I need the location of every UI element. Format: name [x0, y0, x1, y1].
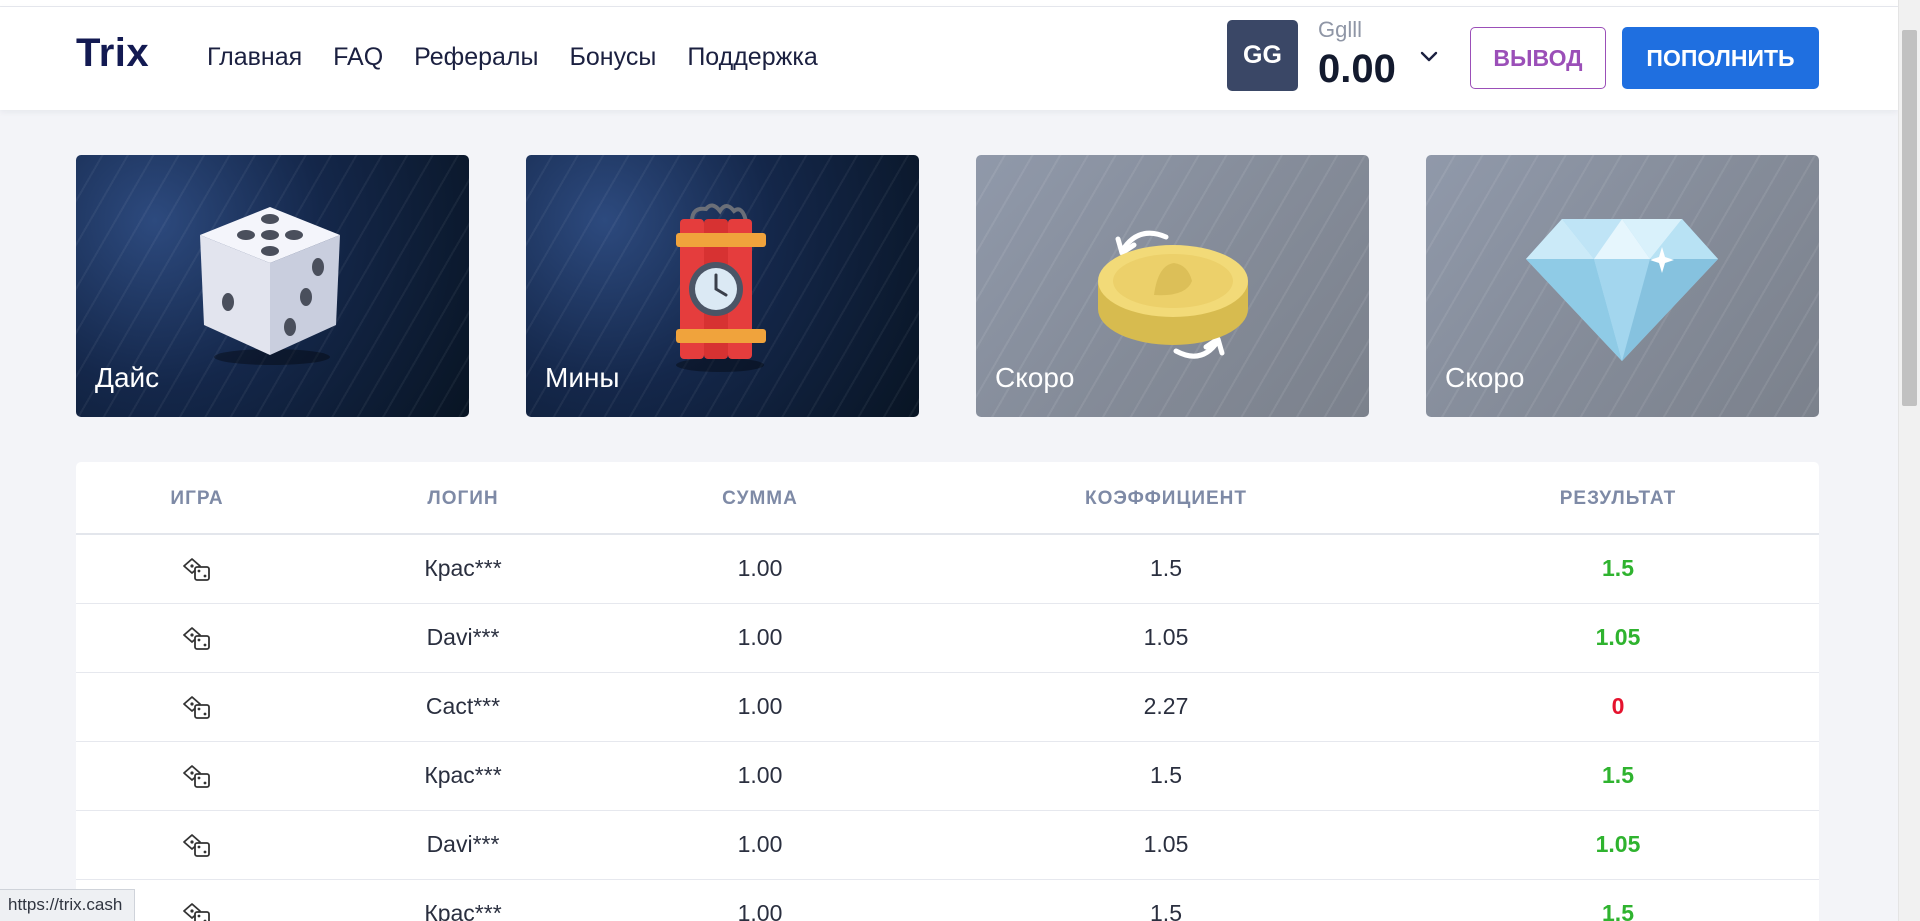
game-card-dice[interactable]: Дайс	[76, 155, 469, 417]
table-row: Крас*** 1.00 1.5 1.5	[76, 742, 1819, 811]
game-card-diamond: Скоро	[1426, 155, 1819, 417]
dice-icon	[183, 696, 210, 719]
cell-coef: 1.05	[1143, 624, 1189, 650]
table-row: Davi*** 1.00 1.05 1.05	[76, 604, 1819, 673]
dice-icon	[183, 558, 210, 581]
dice-icon	[200, 207, 340, 365]
cell-login: Крас***	[424, 555, 502, 581]
cell-coef: 1.5	[1150, 555, 1182, 581]
cell-result: 0	[1611, 693, 1625, 719]
col-login: ЛОГИН	[427, 488, 499, 509]
cell-coef: 1.05	[1143, 831, 1189, 857]
cell-amount: 1.00	[737, 693, 783, 719]
nav-bonuses[interactable]: Бонусы	[570, 43, 657, 72]
cell-coef: 1.5	[1150, 762, 1182, 788]
cell-result: 1.5	[1602, 762, 1634, 788]
cell-login: Cact***	[425, 693, 501, 719]
deposit-button[interactable]: ПОПОЛНИТЬ	[1622, 27, 1819, 89]
status-url: https://trix.cash	[0, 889, 136, 921]
game-card-label: Скоро	[1445, 362, 1525, 393]
site-header: Trix Главная FAQ Рефералы Бонусы Поддерж…	[0, 7, 1898, 110]
cell-amount: 1.00	[737, 624, 783, 650]
diamond-icon	[1526, 219, 1718, 361]
game-card-label: Мины	[545, 362, 620, 393]
cell-login: Крас***	[424, 900, 502, 921]
username: Gglll	[1318, 17, 1363, 42]
table-header: ИГРА ЛОГИН СУММА КОЭФФИЦИЕНТ РЕЗУЛЬТАТ	[76, 462, 1819, 535]
cell-result: 1.5	[1602, 555, 1634, 581]
cell-login: Крас***	[424, 762, 502, 788]
cell-coef: 2.27	[1143, 693, 1189, 719]
table-row: Cact*** 1.00 2.27 0	[76, 673, 1819, 742]
balance-value: 0.00	[1318, 47, 1396, 91]
table-row: Davi*** 1.00 1.05 1.05	[76, 811, 1819, 880]
cell-result: 1.05	[1595, 624, 1641, 650]
nav-support[interactable]: Поддержка	[687, 43, 817, 72]
scrollbar-thumb[interactable]	[1902, 30, 1917, 406]
cell-login: Davi***	[426, 624, 500, 650]
game-card-coinflip: Скоро	[976, 155, 1369, 417]
site-logo[interactable]: Trix	[76, 31, 149, 76]
cell-login: Davi***	[426, 831, 500, 857]
game-card-label: Дайс	[95, 362, 160, 393]
col-amount: СУММА	[722, 488, 798, 509]
table-row: Крас*** 1.00 1.5 1.5	[76, 880, 1819, 921]
game-card-mines[interactable]: Мины	[526, 155, 919, 417]
col-result: РЕЗУЛЬТАТ	[1559, 488, 1677, 509]
chevron-down-icon[interactable]	[1418, 45, 1440, 67]
bets-table: ИГРА ЛОГИН СУММА КОЭФФИЦИЕНТ РЕЗУЛЬТАТ К…	[76, 462, 1819, 921]
cell-result: 1.5	[1602, 900, 1634, 921]
dynamite-icon	[676, 203, 766, 372]
coin-flip-icon	[1098, 230, 1248, 359]
browser-top-edge	[0, 0, 1898, 7]
game-card-label: Скоро	[995, 362, 1075, 393]
cell-coef: 1.5	[1150, 900, 1182, 921]
nav-faq[interactable]: FAQ	[333, 43, 383, 72]
col-game: ИГРА	[170, 488, 224, 509]
dice-icon	[183, 903, 210, 921]
cell-amount: 1.00	[737, 831, 783, 857]
dice-icon	[183, 834, 210, 857]
table-row: Крас*** 1.00 1.5 1.5	[76, 535, 1819, 604]
cell-amount: 1.00	[737, 762, 783, 788]
cell-amount: 1.00	[737, 900, 783, 921]
avatar[interactable]: GG	[1227, 20, 1298, 91]
scrollbar[interactable]	[1898, 0, 1920, 921]
dice-icon	[183, 627, 210, 650]
col-coef: КОЭФФИЦИЕНТ	[1084, 488, 1248, 509]
dice-icon	[183, 765, 210, 788]
cell-result: 1.05	[1595, 831, 1641, 857]
withdraw-button[interactable]: ВЫВОД	[1470, 27, 1606, 89]
cell-amount: 1.00	[737, 555, 783, 581]
nav-home[interactable]: Главная	[207, 43, 302, 72]
nav-referrals[interactable]: Рефералы	[414, 43, 538, 72]
main-nav: Главная FAQ Рефералы Бонусы Поддержка	[207, 43, 818, 72]
